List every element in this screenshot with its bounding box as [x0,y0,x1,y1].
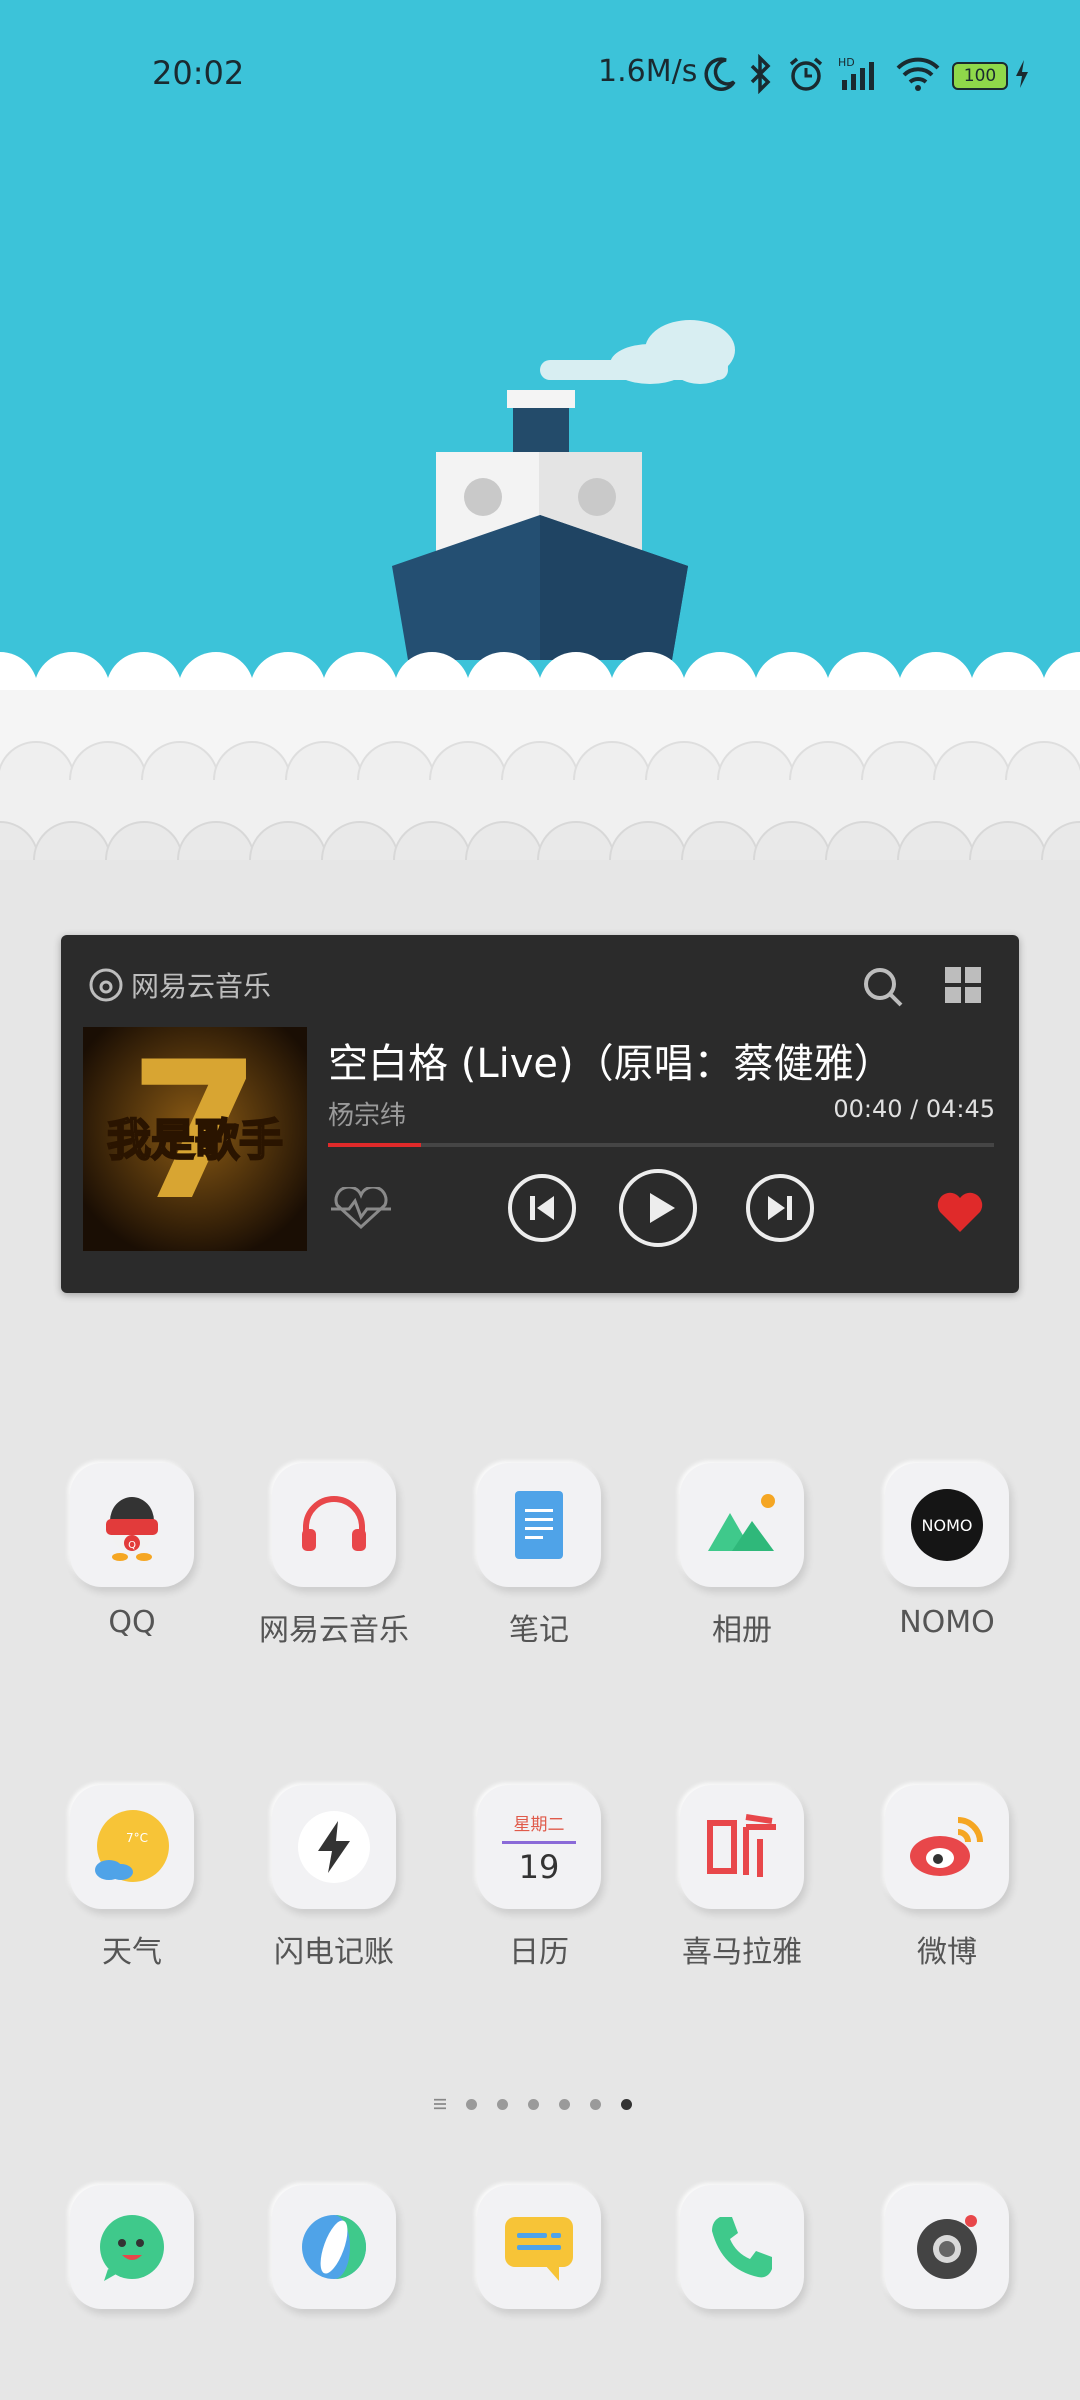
app-weather[interactable]: 7°C 天气 [42,1785,222,1971]
nomo-icon-text: NOMO [922,1516,973,1535]
boat-decoration [392,390,688,660]
netease-music-logo-icon [89,968,123,1002]
wifi-icon [896,57,940,91]
wallpaper-waves [0,652,1080,920]
notes-icon [477,1463,601,1587]
grid-menu-icon[interactable] [943,965,983,1005]
song-title: 空白格 (Live)（原唱：蔡健雅） [328,1041,894,1087]
next-track-button[interactable] [744,1172,816,1244]
like-heart-icon[interactable] [936,1192,984,1234]
dock-app-phone[interactable] [652,2185,832,2309]
browser-icon [272,2185,396,2309]
bluetooth-icon [750,54,771,94]
network-speed: 1.6M/s [598,54,698,89]
page-indicator[interactable] [434,2094,632,2114]
app-notes[interactable]: 笔记 [449,1463,629,1649]
progress-bar[interactable] [328,1143,994,1147]
calendar-day: 19 [518,1848,560,1886]
app-calendar[interactable]: 星期二 19 日历 [449,1785,629,1971]
artist-name: 杨宗纬 [328,1101,407,1131]
moon-icon [704,57,736,91]
app-nomo[interactable]: NOMO NOMO [857,1463,1037,1640]
playback-time: 00:40 / 04:45 [833,1095,995,1123]
app-flash-accounting[interactable]: 闪电记账 [244,1785,424,1971]
heartbeat-mode-icon[interactable] [329,1187,393,1231]
app-label: 日历 [509,1935,569,1970]
messages-icon [477,2185,601,2309]
play-button[interactable] [617,1167,699,1249]
page-dot[interactable] [466,2098,477,2110]
search-icon[interactable] [861,965,905,1009]
gallery-icon [680,1463,804,1587]
nomo-icon: NOMO [885,1463,1009,1587]
page-dot-current[interactable] [621,2098,632,2110]
cloud-decoration [540,320,735,384]
app-weibo[interactable]: 微博 [857,1785,1037,1971]
widget-app-name: 网易云音乐 [131,970,272,1003]
status-time: 20:02 [152,54,245,92]
charging-icon [1016,60,1028,88]
app-label: 网易云音乐 [259,1613,409,1648]
dock-app-chat[interactable] [42,2185,222,2309]
ximalaya-icon [680,1785,804,1909]
widget-brand: 网易云音乐 [89,965,271,1005]
app-label: 相册 [712,1613,772,1648]
dock-app-camera[interactable] [857,2185,1037,2309]
app-label: 喜马拉雅 [682,1935,802,1970]
weather-icon-text: 7°C [126,1831,148,1845]
app-qq[interactable]: Q QQ [42,1463,222,1640]
lightning-icon [272,1785,396,1909]
battery-icon: 100 [952,62,1008,90]
dock-app-browser[interactable] [244,2185,424,2309]
page-dot[interactable] [497,2098,508,2110]
weather-icon: 7°C [70,1785,194,1909]
svg-text:HD: HD [838,56,855,69]
page-dot[interactable] [590,2098,601,2110]
app-label: NOMO [899,1605,995,1640]
calendar-icon: 星期二 19 [477,1785,601,1909]
app-label: 天气 [102,1935,162,1970]
headphones-icon [272,1463,396,1587]
qq-icon: Q [70,1463,194,1587]
page-dot[interactable] [528,2098,539,2110]
page-list-icon [434,2098,446,2110]
weibo-icon [885,1785,1009,1909]
progress-fill [328,1143,422,1147]
dock-app-messages[interactable] [449,2185,629,2309]
phone-icon [680,2185,804,2309]
app-label: 闪电记账 [274,1935,394,1970]
cover-title-text: 我是歌手 [107,1115,283,1166]
album-cover[interactable]: 7 我是歌手 [83,1027,307,1251]
page-dot[interactable] [559,2098,570,2110]
alarm-icon [789,57,823,91]
app-label: QQ [108,1605,156,1640]
app-gallery[interactable]: 相册 [652,1463,832,1649]
status-bar: 20:02 1.6M/s HD 100 [0,0,1080,140]
app-label: 笔记 [509,1613,569,1648]
signal-hd-icon: HD [838,56,874,90]
svg-text:Q: Q [128,1540,136,1551]
camera-icon [885,2185,1009,2309]
music-widget[interactable]: 网易云音乐 7 我是歌手 空白格 (Live)（原唱：蔡健雅） 杨宗纬 00:4… [61,935,1019,1293]
previous-track-button[interactable] [506,1172,578,1244]
calendar-weekday: 星期二 [513,1815,565,1835]
chat-icon [70,2185,194,2309]
app-ximalaya[interactable]: 喜马拉雅 [652,1785,832,1971]
app-netease-music[interactable]: 网易云音乐 [244,1463,424,1649]
app-label: 微博 [917,1935,977,1970]
